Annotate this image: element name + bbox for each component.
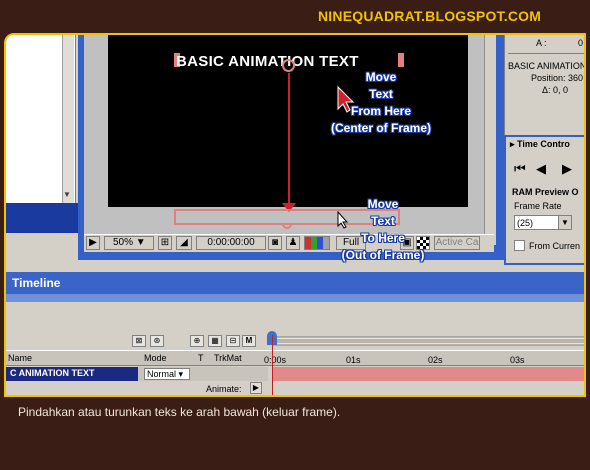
- layer-duration-bar[interactable]: [272, 367, 584, 381]
- zoom-value: 50%: [113, 237, 134, 248]
- info-position: Position: 360: [531, 73, 584, 83]
- anchor-point-icon[interactable]: [282, 59, 295, 72]
- time-controls-title: ▸ Time Contro: [510, 139, 570, 149]
- project-panel-footer: [6, 203, 78, 233]
- note-from-line: (Center of Frame): [330, 121, 431, 135]
- column-t: T: [198, 353, 204, 363]
- work-area-bar[interactable]: [272, 333, 586, 349]
- note-to-line: Text: [371, 214, 395, 228]
- note-from: Move Text From Here (Center of Frame): [316, 69, 446, 137]
- ruler-tick: 02s: [428, 355, 443, 365]
- note-to-line: Move: [367, 197, 399, 211]
- bbox-handle-right[interactable]: [398, 53, 404, 67]
- frame-blending-icon[interactable]: ⊕: [190, 335, 204, 347]
- mode-value: Normal: [147, 369, 177, 379]
- prev-frame-icon[interactable]: ◀: [536, 161, 546, 177]
- column-trkmat: TrkMat: [214, 353, 242, 363]
- frame-rate-label: Frame Rate: [514, 201, 562, 211]
- animate-menu-icon[interactable]: ▶: [250, 382, 262, 394]
- layer-name[interactable]: C ANIMATION TEXT: [6, 367, 138, 381]
- brainstorm-icon[interactable]: ⊟: [226, 335, 240, 347]
- info-a-value: 0: [578, 38, 584, 48]
- play-icon[interactable]: ▶: [562, 161, 572, 177]
- ruler-tick: 01s: [346, 355, 361, 365]
- composition-scrollbar[interactable]: [484, 35, 496, 245]
- mask-icon[interactable]: ◢: [176, 236, 192, 250]
- zoom-select[interactable]: 50% ▼: [104, 236, 154, 250]
- from-current-label: From Curren: [529, 241, 581, 251]
- ram-preview-label: RAM Preview O: [512, 187, 579, 197]
- note-from-line: Move: [365, 70, 397, 84]
- note-to: Move Text To Here (Out of Frame): [318, 196, 448, 264]
- project-scrollbar[interactable]: [62, 35, 74, 203]
- column-mode: Mode: [144, 353, 167, 363]
- frame-rate-value: (25): [517, 218, 534, 228]
- frame-rate-select[interactable]: (25) ▼: [514, 215, 572, 230]
- snapshot-icon[interactable]: ◙: [268, 236, 282, 250]
- animation-text-layer[interactable]: BASIC ANIMATION TEXT: [176, 53, 359, 70]
- motion-blur-icon[interactable]: ▦: [208, 335, 222, 347]
- move-arrow: [288, 73, 290, 205]
- first-frame-icon[interactable]: ⏮: [514, 161, 526, 177]
- blog-title: NINEQUADRAT.BLOGSPOT.COM: [318, 8, 542, 24]
- live-update-icon[interactable]: M: [242, 335, 256, 347]
- timeline-column-header: [6, 350, 584, 366]
- tutorial-frame: NINEQUADRAT.BLOGSPOT.COM ▼ BASIC ANIMATI…: [0, 0, 590, 470]
- tutorial-caption: Pindahkan atau turunkan teks ke arah baw…: [18, 405, 341, 419]
- shy-layers-icon[interactable]: ⊛: [150, 335, 164, 347]
- note-from-line: From Here: [350, 104, 412, 118]
- time-controls-title-text: Time Contro: [517, 139, 570, 149]
- animate-row: [6, 381, 584, 395]
- note-to-line: (Out of Frame): [341, 248, 425, 262]
- scroll-down-icon[interactable]: ▼: [63, 190, 71, 199]
- info-a-label: A :: [536, 38, 547, 48]
- timeline-title[interactable]: Timeline: [6, 272, 584, 294]
- ruler-tick: 03s: [510, 355, 525, 365]
- timecode-display[interactable]: 0:00:00:00: [196, 236, 266, 250]
- info-delta: Δ: 0, 0: [542, 85, 569, 95]
- ruler-tick: 0:00s: [264, 355, 287, 365]
- info-layer-name: BASIC ANIMATION: [508, 61, 586, 71]
- grid-icon[interactable]: ⊞: [158, 236, 172, 250]
- playhead[interactable]: [272, 335, 273, 395]
- always-preview-icon[interactable]: ▶: [86, 236, 100, 250]
- chevron-down-icon[interactable]: ▼: [558, 216, 571, 229]
- screenshot-area: ▼ BASIC ANIMATION TEXT Move Text From He…: [4, 33, 586, 397]
- note-to-line: To Here: [361, 231, 405, 245]
- column-name: Name: [8, 353, 33, 363]
- mode-select[interactable]: Normal ▾: [144, 368, 190, 380]
- animate-label: Animate:: [206, 384, 242, 394]
- from-current-checkbox[interactable]: [514, 240, 525, 251]
- info-divider: [508, 53, 584, 54]
- timeline-tab-bar: [6, 294, 584, 302]
- draft-3d-icon[interactable]: ⊠: [132, 335, 146, 347]
- show-snapshot-icon[interactable]: ♟: [286, 236, 300, 250]
- note-from-line: Text: [369, 87, 393, 101]
